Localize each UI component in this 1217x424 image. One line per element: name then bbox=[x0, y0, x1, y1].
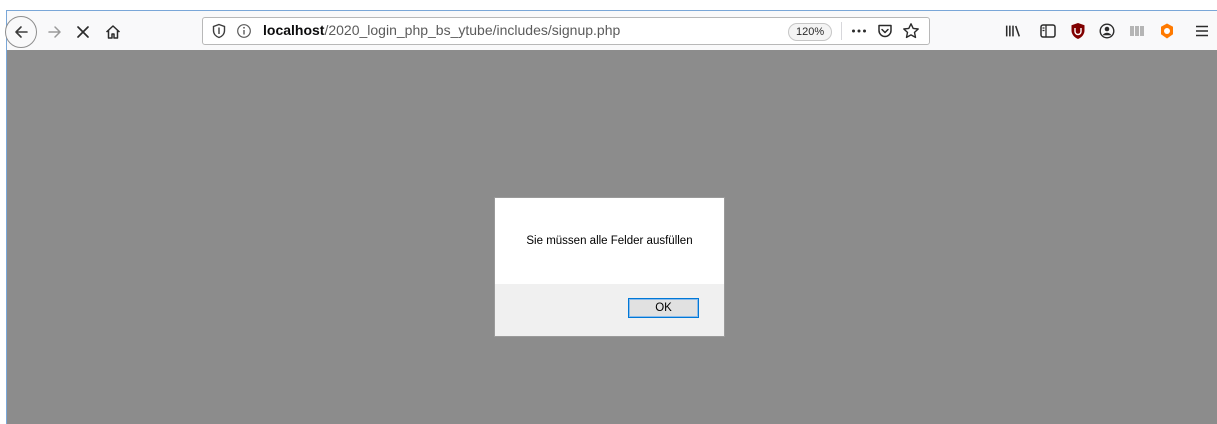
account-icon bbox=[1099, 23, 1115, 39]
stop-icon bbox=[77, 26, 89, 38]
menu-button[interactable] bbox=[1193, 22, 1211, 40]
url-text[interactable]: localhost/2020_login_php_bs_ytube/includ… bbox=[263, 22, 620, 38]
forward-button[interactable] bbox=[43, 20, 67, 44]
reader-view-button[interactable] bbox=[1128, 22, 1146, 40]
page-actions-button[interactable] bbox=[850, 22, 868, 40]
bookmark-button[interactable] bbox=[902, 22, 920, 40]
sidebar-button[interactable] bbox=[1039, 22, 1057, 40]
url-bar[interactable]: localhost/2020_login_php_bs_ytube/includ… bbox=[202, 17, 930, 45]
sidebar-icon bbox=[1040, 24, 1056, 38]
home-button[interactable] bbox=[101, 20, 125, 44]
stop-button[interactable] bbox=[71, 20, 95, 44]
url-path: /2020_login_php_bs_ytube/includes/signup… bbox=[324, 22, 621, 38]
home-icon bbox=[105, 25, 121, 39]
back-icon bbox=[15, 26, 28, 38]
ok-button[interactable]: OK bbox=[628, 298, 699, 318]
url-host: localhost bbox=[263, 22, 325, 38]
hamburger-menu-icon bbox=[1196, 25, 1208, 37]
library-icon bbox=[1005, 25, 1021, 37]
pocket-button[interactable] bbox=[876, 22, 894, 40]
account-button[interactable] bbox=[1098, 22, 1116, 40]
page-actions-menu-icon bbox=[852, 29, 866, 33]
alert-footer: OK bbox=[495, 284, 724, 336]
navigation-toolbar: localhost/2020_login_php_bs_ytube/includ… bbox=[5, 10, 1217, 50]
alert-message: Sie müssen alle Felder ausfüllen bbox=[526, 235, 693, 247]
ublock-origin-icon bbox=[1071, 23, 1085, 39]
forward-icon bbox=[48, 26, 61, 38]
site-info-button[interactable] bbox=[235, 22, 253, 40]
tracking-protection-shield-icon bbox=[212, 23, 226, 39]
reader-view-icon bbox=[1130, 26, 1144, 36]
extension-icon bbox=[1161, 23, 1173, 39]
ublock-origin-button[interactable] bbox=[1069, 22, 1087, 40]
browser-window: localhost/2020_login_php_bs_ytube/includ… bbox=[0, 0, 1217, 424]
url-bar-separator bbox=[841, 22, 842, 40]
tracking-protection-button[interactable] bbox=[210, 22, 228, 40]
back-button[interactable] bbox=[5, 16, 37, 48]
window-top-strip bbox=[0, 0, 1217, 10]
bookmark-star-icon bbox=[903, 23, 919, 39]
zoom-level-badge[interactable]: 120% bbox=[788, 23, 833, 41]
library-button[interactable] bbox=[1004, 22, 1022, 40]
pocket-icon bbox=[878, 24, 892, 38]
alert-dialog: Sie müssen alle Felder ausfüllen OK bbox=[495, 198, 724, 336]
site-info-icon bbox=[237, 24, 251, 38]
extension-button[interactable] bbox=[1158, 22, 1176, 40]
